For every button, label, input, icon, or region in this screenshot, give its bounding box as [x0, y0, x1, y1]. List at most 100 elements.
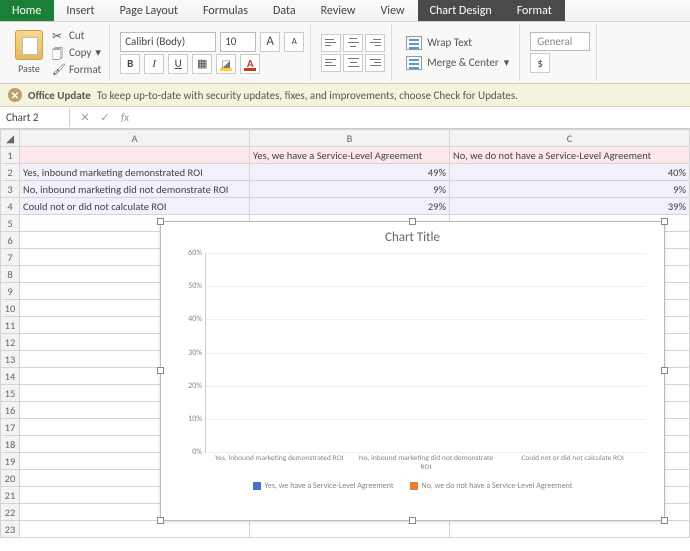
cell[interactable] — [20, 147, 250, 164]
formula-input[interactable] — [140, 115, 690, 121]
accept-formula-icon[interactable]: ✓ — [98, 111, 112, 124]
row-header[interactable]: 17 — [1, 419, 20, 436]
row-header[interactable]: 7 — [1, 249, 20, 266]
italic-button[interactable]: I — [144, 54, 164, 74]
row-header[interactable]: 13 — [1, 351, 20, 368]
worksheet[interactable]: ◢ A B C 1 Yes, we have a Service-Level A… — [0, 129, 690, 538]
bold-button[interactable]: B — [120, 54, 140, 74]
row-header[interactable]: 16 — [1, 402, 20, 419]
row-header[interactable]: 21 — [1, 487, 20, 504]
cell[interactable]: 9% — [250, 181, 450, 198]
row-header[interactable]: 11 — [1, 317, 20, 334]
tab-insert[interactable]: Insert — [54, 0, 107, 21]
row-header[interactable]: 4 — [1, 198, 20, 215]
align-top-button[interactable] — [321, 34, 341, 52]
row-header[interactable]: 10 — [1, 300, 20, 317]
update-msg: To keep up-to-date with security updates… — [97, 89, 518, 102]
col-header-C[interactable]: C — [450, 130, 690, 147]
row-header[interactable]: 9 — [1, 283, 20, 300]
align-left-button[interactable] — [321, 54, 341, 72]
tab-page-layout[interactable]: Page Layout — [108, 0, 191, 21]
cell[interactable]: Yes, we have a Service-Level Agreement — [250, 147, 450, 164]
row-header[interactable]: 2 — [1, 164, 20, 181]
tab-review[interactable]: Review — [309, 0, 369, 21]
align-bottom-button[interactable] — [365, 34, 385, 52]
fill-color-button[interactable] — [216, 54, 236, 74]
fx-icon[interactable]: fx — [118, 111, 132, 124]
resize-handle[interactable] — [409, 218, 416, 225]
row-header[interactable]: 3 — [1, 181, 20, 198]
tab-chart-design[interactable]: Chart Design — [418, 0, 505, 21]
tab-home[interactable]: Home — [0, 0, 54, 21]
border-button[interactable]: ▦ — [192, 54, 212, 74]
tab-data[interactable]: Data — [261, 0, 309, 21]
row-header[interactable]: 6 — [1, 232, 20, 249]
select-all-corner[interactable]: ◢ — [1, 130, 20, 147]
ribbon-tabs: Home Insert Page Layout Formulas Data Re… — [0, 0, 690, 22]
merge-center-button[interactable]: Merge & Center ▾ — [402, 54, 513, 72]
chart-object[interactable]: Chart Title 0%10%20%30%40%50%60%Yes, inb… — [160, 221, 665, 521]
col-header-B[interactable]: B — [250, 130, 450, 147]
tab-format[interactable]: Format — [505, 0, 565, 21]
cell[interactable]: No, we do not have a Service-Level Agree… — [450, 147, 690, 164]
currency-button[interactable] — [530, 53, 550, 73]
info-icon: ✕ — [8, 88, 22, 102]
row-header[interactable]: 12 — [1, 334, 20, 351]
row-header[interactable]: 1 — [1, 147, 20, 164]
resize-handle[interactable] — [661, 218, 668, 225]
row-header[interactable]: 8 — [1, 266, 20, 283]
increase-font-button[interactable] — [260, 32, 280, 52]
col-header-A[interactable]: A — [20, 130, 250, 147]
tab-formulas[interactable]: Formulas — [191, 0, 261, 21]
font-size-select[interactable]: 10 — [220, 32, 256, 52]
cell[interactable]: 39% — [450, 198, 690, 215]
row-header[interactable]: 15 — [1, 385, 20, 402]
resize-handle[interactable] — [661, 367, 668, 374]
cell[interactable]: Yes, inbound marketing demonstrated ROI — [20, 164, 250, 181]
cell[interactable]: 40% — [450, 164, 690, 181]
font-color-button[interactable] — [240, 54, 260, 74]
formula-bar: Chart 2 ✕ ✓ fx — [0, 107, 690, 129]
cell[interactable]: 29% — [250, 198, 450, 215]
number-format-select[interactable]: General — [530, 32, 590, 51]
brush-icon — [52, 63, 65, 76]
chart-legend[interactable]: Yes, we have a Service-Level AgreementNo… — [161, 481, 664, 491]
scissors-icon — [52, 29, 65, 42]
resize-handle[interactable] — [157, 517, 164, 524]
update-title: Office Update — [28, 89, 91, 102]
row-header[interactable]: 18 — [1, 436, 20, 453]
cancel-formula-icon[interactable]: ✕ — [78, 111, 92, 124]
chart-plot-area[interactable]: 0%10%20%30%40%50%60%Yes, inbound marketi… — [205, 253, 646, 453]
tab-view[interactable]: View — [369, 0, 418, 21]
cell[interactable]: No, inbound marketing did not demonstrat… — [20, 181, 250, 198]
decrease-font-button[interactable] — [284, 32, 304, 52]
name-box[interactable]: Chart 2 — [0, 108, 70, 127]
resize-handle[interactable] — [157, 218, 164, 225]
underline-button[interactable]: U — [168, 54, 188, 74]
paste-button[interactable]: Paste — [10, 30, 48, 75]
cell[interactable]: Could not or did not calculate ROI — [20, 198, 250, 215]
chart-title[interactable]: Chart Title — [161, 222, 664, 249]
copy-button[interactable]: Copy ▾ — [50, 45, 103, 60]
wrap-text-button[interactable]: Wrap Text — [402, 34, 513, 52]
align-center-button[interactable] — [343, 54, 363, 72]
row-header[interactable]: 23 — [1, 521, 20, 538]
row-header[interactable]: 20 — [1, 470, 20, 487]
row-header[interactable]: 19 — [1, 453, 20, 470]
merge-icon — [406, 56, 422, 70]
resize-handle[interactable] — [409, 517, 416, 524]
row-header[interactable]: 22 — [1, 504, 20, 521]
align-buttons — [321, 34, 385, 72]
cut-button[interactable]: Cut — [50, 28, 103, 43]
cell[interactable]: 9% — [450, 181, 690, 198]
align-middle-button[interactable] — [343, 34, 363, 52]
resize-handle[interactable] — [661, 517, 668, 524]
row-header[interactable]: 5 — [1, 215, 20, 232]
resize-handle[interactable] — [157, 367, 164, 374]
cell[interactable]: 49% — [250, 164, 450, 181]
align-right-button[interactable] — [365, 54, 385, 72]
row-header[interactable]: 14 — [1, 368, 20, 385]
office-update-bar: ✕ Office Update To keep up-to-date with … — [0, 84, 690, 107]
font-name-select[interactable]: Calibri (Body) — [120, 32, 216, 52]
format-painter-button[interactable]: Format — [50, 62, 103, 77]
